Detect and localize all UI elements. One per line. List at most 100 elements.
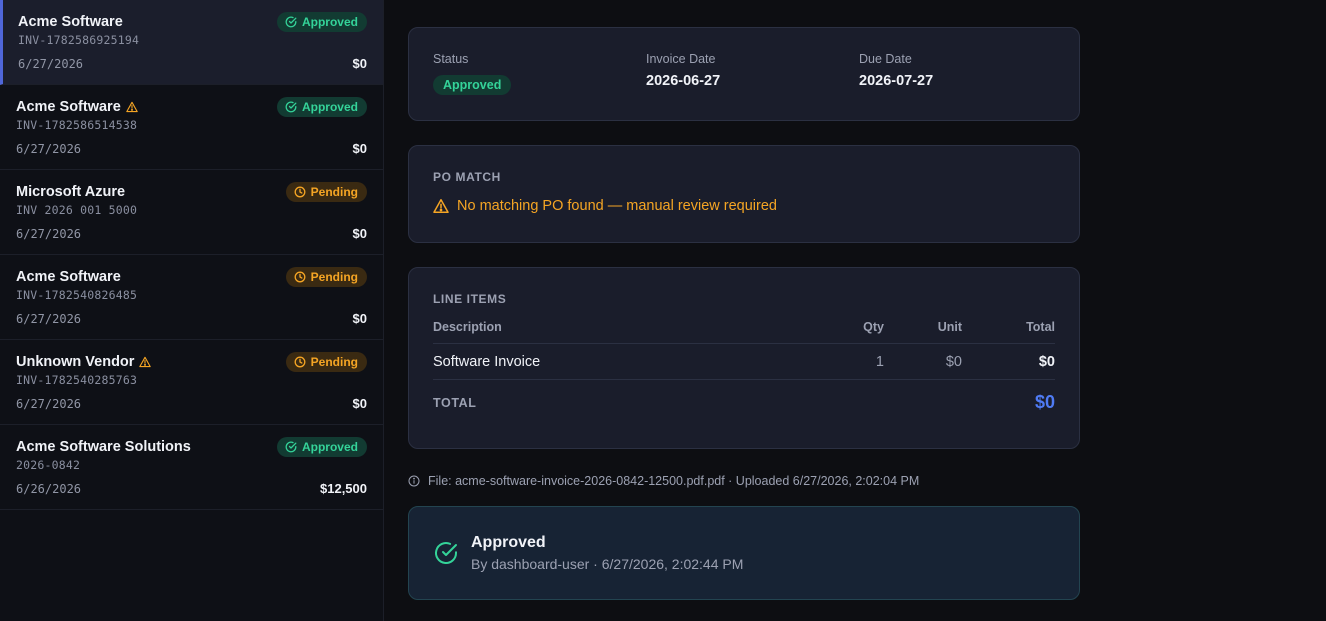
- info-icon: [408, 475, 420, 487]
- list-item[interactable]: Acme Software Approved INV-1782586925194 6/…: [0, 0, 383, 85]
- due-date-value: 2026-07-27: [859, 73, 934, 89]
- vendor-name-text: Acme Software: [16, 269, 121, 285]
- app: Acme Software Approved INV-1782586925194 6/…: [0, 0, 1326, 621]
- list-item[interactable]: Acme Software Solutions Approved 2026-0842…: [0, 425, 383, 510]
- status-badge-text: Pending: [310, 185, 358, 199]
- vendor-name-text: Acme Software: [18, 14, 123, 30]
- col-qty: Qty: [804, 320, 884, 344]
- status-badge-text: Approved: [301, 440, 358, 454]
- vendor-name: Acme Software Solutions: [16, 439, 191, 455]
- invoice-amount: $0: [352, 396, 367, 411]
- list-item-header: Unknown Vendor Pending: [16, 352, 367, 372]
- table-row: Software Invoice 1 $0 $0: [433, 343, 1055, 380]
- warning-icon: [126, 101, 138, 113]
- vendor-name: Unknown Vendor: [16, 354, 152, 370]
- invoice-date: 6/26/2026: [16, 481, 82, 496]
- invoice-date: 6/27/2026: [16, 141, 82, 156]
- list-item-footer: 6/27/2026 $0: [16, 311, 367, 326]
- status-badge-text: Approved: [301, 15, 358, 29]
- invoice-number: INV-1782586925194: [18, 33, 140, 47]
- vendor-name: Acme Software: [16, 269, 121, 285]
- total-value: $0: [1034, 392, 1055, 412]
- line-items-title: LINE ITEMS: [433, 292, 507, 306]
- warning-icon: [139, 356, 152, 368]
- status-badge: Pending: [285, 182, 367, 202]
- file-info: File: acme-software-invoice-2026-0842-12…: [408, 473, 1326, 489]
- due-date-column: Due Date 2026-07-27: [859, 52, 933, 120]
- line-items-header: Description Qty Unit Total: [433, 320, 1055, 344]
- due-date-label: Due Date: [859, 52, 912, 66]
- invoice-number: 2026-0842: [16, 458, 81, 472]
- status-column: Status Approved: [433, 52, 646, 120]
- invoice-amount: $0: [352, 56, 367, 71]
- status-label: Status: [433, 52, 469, 66]
- list-item-header: Acme Software Solutions Approved: [16, 437, 367, 457]
- list-item-header: Acme Software Approved: [18, 12, 367, 32]
- approval-subtitle: By dashboard-user · 6/27/2026, 2:02:44 P…: [471, 556, 744, 572]
- vendor-name: Acme Software: [16, 99, 138, 115]
- invoice-number: INV-1782540285763: [16, 373, 138, 387]
- invoice-amount: $12,500: [320, 481, 367, 496]
- vendor-name: Microsoft Azure: [16, 184, 125, 200]
- list-item[interactable]: Unknown Vendor Pending INV-1782540285763 6/…: [0, 340, 383, 425]
- status-badge: Approved: [276, 12, 367, 32]
- invoice-date-value: 2026-06-27: [646, 73, 721, 89]
- status-badge-text: Pending: [310, 355, 358, 369]
- po-match-title: PO MATCH: [433, 170, 501, 184]
- vendor-name: Acme Software: [18, 14, 123, 30]
- vendor-name-text: Acme Software: [16, 99, 121, 115]
- col-unit: Unit: [884, 320, 962, 344]
- list-item-footer: 6/27/2026 $0: [16, 396, 367, 411]
- status-badge: Pending: [285, 267, 367, 287]
- po-match-card: PO MATCH No matching PO found — manual r…: [408, 145, 1080, 243]
- approval-text: Approved By dashboard-user · 6/27/2026, …: [471, 534, 743, 572]
- invoice-date-label: Invoice Date: [646, 52, 716, 66]
- warning-icon: [433, 199, 449, 213]
- list-item-header: Acme Software Pending: [16, 267, 367, 287]
- status-badge: Approved: [276, 437, 367, 457]
- invoice-date: 6/27/2026: [16, 226, 82, 241]
- invoice-number: INV-1782540826485: [16, 288, 138, 302]
- invoice-detail: Status Approved Invoice Date 2026-06-27 …: [384, 0, 1326, 621]
- list-item-header: Acme Software Approved: [16, 97, 367, 117]
- invoice-amount: $0: [352, 226, 367, 241]
- invoice-date: 6/27/2026: [18, 56, 84, 71]
- po-match-text: No matching PO found — manual review req…: [457, 198, 777, 214]
- list-item[interactable]: Acme Software Approved INV-1782586514538 6/…: [0, 85, 383, 170]
- list-item-footer: 6/27/2026 $0: [16, 226, 367, 241]
- check-circle-icon: [435, 542, 457, 565]
- list-item[interactable]: Acme Software Pending INV-1782540826485 6/2…: [0, 255, 383, 340]
- list-item-header: Microsoft Azure Pending: [16, 182, 367, 202]
- clock-icon: [294, 271, 306, 283]
- list-item[interactable]: Microsoft Azure Pending INV 2026 001 5000 6…: [0, 170, 383, 255]
- file-info-text: File: acme-software-invoice-2026-0842-12…: [428, 474, 920, 488]
- vendor-name-text: Unknown Vendor: [16, 354, 135, 370]
- invoice-number: INV 2026 001 5000: [16, 203, 138, 217]
- invoice-list-sidebar: Acme Software Approved INV-1782586925194 6/…: [0, 0, 384, 621]
- po-match-message: No matching PO found — manual review req…: [433, 198, 1055, 214]
- invoice-amount: $0: [352, 141, 367, 156]
- list-item-footer: 6/27/2026 $0: [16, 141, 367, 156]
- check-circle-icon: [285, 441, 297, 453]
- status-card: Status Approved Invoice Date 2026-06-27 …: [408, 27, 1080, 121]
- status-badge-text: Approved: [301, 100, 358, 114]
- clock-icon: [294, 186, 306, 198]
- total-label: TOTAL: [433, 395, 477, 410]
- status-badge: Approved: [276, 97, 367, 117]
- invoice-date: 6/27/2026: [16, 396, 82, 411]
- col-description: Description: [433, 320, 804, 344]
- invoice-amount: $0: [352, 311, 367, 326]
- status-badge-text: Pending: [310, 270, 358, 284]
- check-circle-icon: [285, 101, 297, 113]
- total-row: TOTAL $0: [433, 392, 1055, 413]
- invoice-date: 6/27/2026: [16, 311, 82, 326]
- invoice-number: INV-1782586514538: [16, 118, 138, 132]
- line-items-card: LINE ITEMS Description Qty Unit Total So…: [408, 267, 1080, 449]
- line-qty: 1: [804, 343, 884, 380]
- list-item-footer: 6/26/2026 $12,500: [16, 481, 367, 496]
- list-item-footer: 6/27/2026 $0: [18, 56, 367, 71]
- approval-card: Approved By dashboard-user · 6/27/2026, …: [408, 506, 1080, 600]
- line-description: Software Invoice: [433, 343, 804, 380]
- col-total: Total: [962, 320, 1055, 344]
- line-total: $0: [962, 343, 1055, 380]
